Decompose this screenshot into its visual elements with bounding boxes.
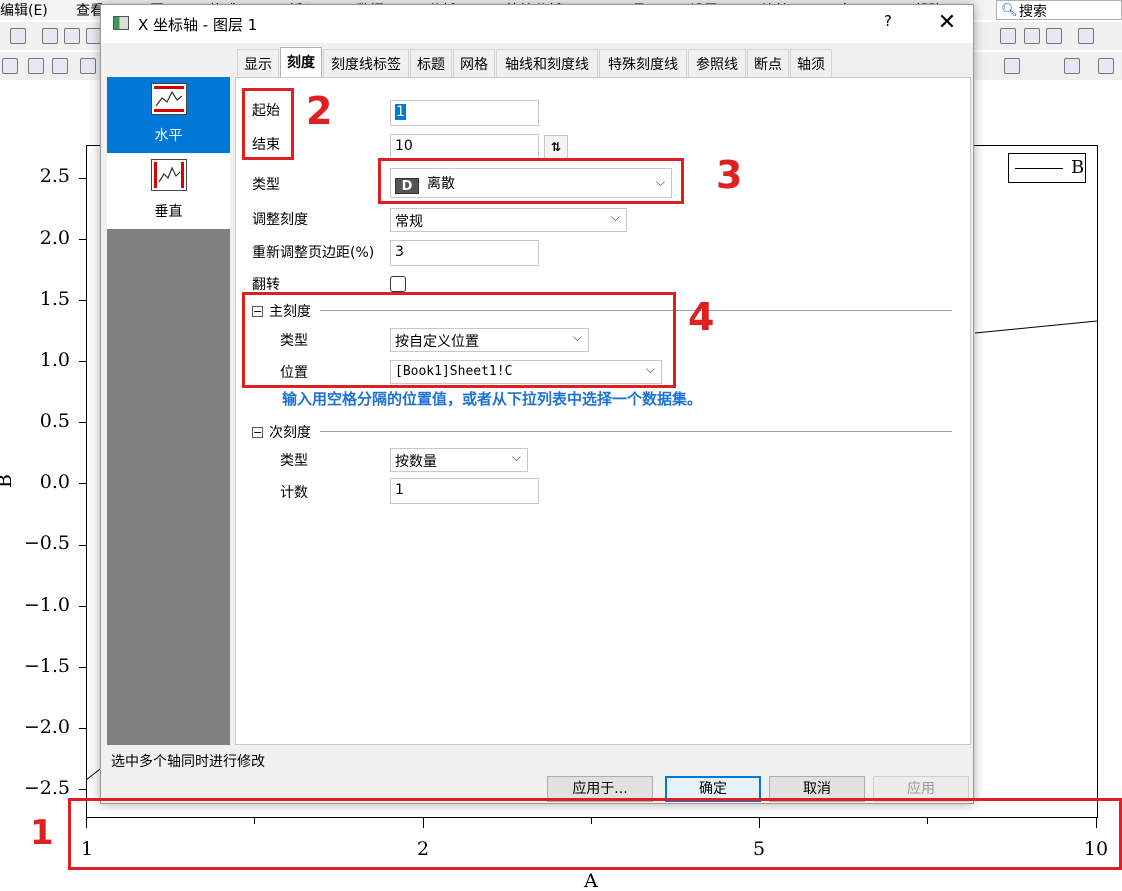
annotation-number-1: 1 [30,813,54,853]
y-axis-title[interactable]: B [0,474,16,488]
tab-reference-lines[interactable]: 参照线 [688,49,746,77]
annotation-number-4: 4 [688,295,715,339]
margin-label: 重新调整页边距(%) [252,245,375,261]
legend-label: B [1071,157,1085,178]
y-tick-label: −2.5 [23,777,70,799]
tab-tick-labels[interactable]: 刻度线标签 [323,49,409,77]
dialog-titlebar[interactable]: X 坐标轴 - 图层 1 ? ✕ [101,5,973,43]
nav-horizontal[interactable]: 水平 [107,77,230,153]
legend-line [1015,168,1063,169]
y-tick-mark [79,667,87,668]
tab-special-ticks[interactable]: 特殊刻度线 [599,49,687,77]
nav-horizontal-label: 水平 [154,128,183,144]
vertical-axis-icon [151,159,187,191]
minor-type-select[interactable]: 按数量 ⌵ [390,448,528,472]
x-axis-dialog: X 坐标轴 - 图层 1 ? ✕ 显示 刻度 刻度线标签 标题 网格 轴线和刻度… [100,4,974,804]
y-tick-label: −1.0 [23,594,70,616]
close-button[interactable]: ✕ [927,9,967,37]
y-tick-label: 1.0 [39,349,70,371]
axis-selector-panel: 水平 垂直 [107,77,230,745]
y-tick-label: −1.5 [23,655,70,677]
y-tick-mark [79,422,87,423]
tab-grid[interactable]: 网格 [453,49,495,77]
help-button[interactable]: ? [873,12,903,36]
minor-count-input[interactable]: 1 [390,478,539,504]
window-icon [113,16,129,30]
nav-vertical-label: 垂直 [154,204,183,220]
annotation-number-2: 2 [306,89,333,133]
y-tick-mark [79,361,87,362]
y-tick-mark [79,300,87,301]
minor-type-label: 类型 [280,453,308,469]
y-tick-mark [79,239,87,240]
tab-title[interactable]: 标题 [410,49,452,77]
y-tick-mark [79,606,87,607]
y-tick-label: 0.5 [39,410,70,432]
y-tick-label: 1.5 [39,288,70,310]
y-tick-label: −2.0 [23,716,70,738]
tab-breaks[interactable]: 断点 [747,49,789,77]
y-tick-mark [79,545,87,546]
minor-ticks-header[interactable]: − 次刻度 [252,422,311,442]
rescale-label: 调整刻度 [252,212,308,228]
tab-scale[interactable]: 刻度 [280,47,322,77]
reverse-label: 翻转 [252,277,280,293]
tab-line-and-ticks[interactable]: 轴线和刻度线 [496,49,598,77]
y-tick-mark [79,483,87,484]
from-input[interactable]: 1 [390,100,539,126]
nav-vertical[interactable]: 垂直 [107,153,230,229]
y-tick-mark [79,728,87,729]
rescale-select[interactable]: 常规 ⌵ [390,208,627,232]
dialog-title: X 坐标轴 - 图层 1 [138,16,258,34]
chevron-down-icon: ⌵ [511,450,521,464]
data-line-right [974,320,1098,334]
reverse-checkbox[interactable] [390,276,406,292]
divider [320,431,952,432]
status-text: 选中多个轴同时进行修改 [111,754,265,770]
y-tick-label: 2.0 [39,227,70,249]
to-input[interactable]: 10 [390,134,539,160]
annotation-number-3: 3 [716,153,743,197]
y-tick-label: 2.5 [39,165,70,187]
y-tick-mark [79,178,87,179]
y-tick-label: −0.5 [23,532,70,554]
annotation-box-3 [378,158,684,204]
collapse-icon: − [252,426,263,439]
horizontal-axis-icon [151,83,187,115]
annotation-box-1 [68,798,1122,870]
position-hint: 输入用空格分隔的位置值，或者从下拉列表中选择一个数据集。 [282,390,703,408]
legend[interactable]: B [1008,153,1086,183]
y-tick-label: 0.0 [39,471,70,493]
margin-input[interactable]: 3 [390,240,539,266]
annotation-box-2 [242,88,294,160]
tab-rug[interactable]: 轴须 [790,49,832,77]
x-axis-title[interactable]: A [584,870,598,891]
minor-count-label: 计数 [280,485,308,501]
chevron-down-icon: ⌵ [610,210,620,224]
y-tick-mark [79,789,87,790]
type-label: 类型 [252,177,280,193]
annotation-box-4 [242,292,676,388]
swap-icon[interactable]: ⇅ [544,135,568,159]
tab-display[interactable]: 显示 [237,49,279,77]
